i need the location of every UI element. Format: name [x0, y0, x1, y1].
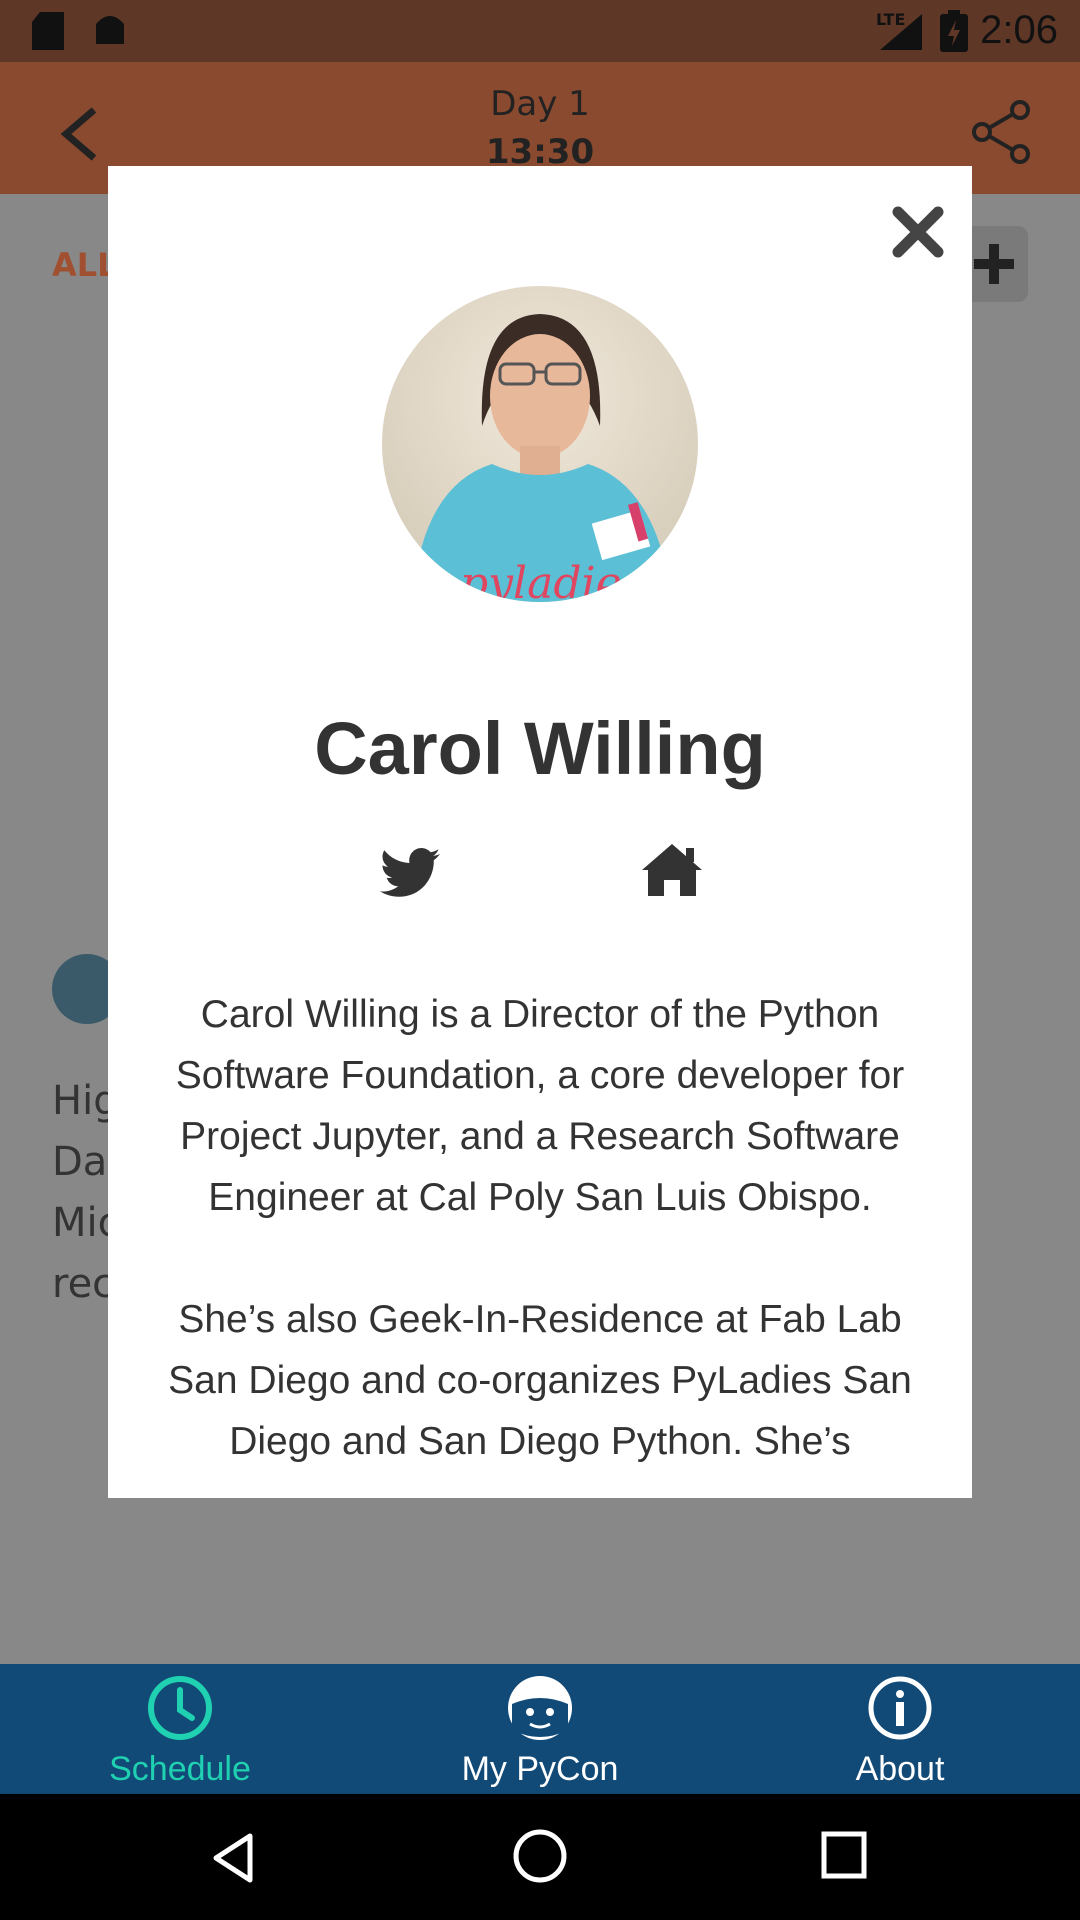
face-icon — [508, 1676, 572, 1740]
info-icon — [868, 1676, 932, 1740]
twitter-icon[interactable] — [380, 846, 440, 900]
nav-item-schedule[interactable]: Schedule — [0, 1664, 360, 1794]
nav-label-about: About — [855, 1750, 945, 1788]
home-nav-icon[interactable] — [512, 1828, 568, 1884]
svg-text:pyladies: pyladies — [460, 558, 644, 602]
signal-icon — [880, 14, 922, 50]
speaker-photo: pyladies — [412, 314, 672, 602]
recents-nav-icon[interactable] — [820, 1830, 868, 1880]
sd-card-icon — [32, 12, 64, 50]
nav-item-my-pycon[interactable]: My PyCon — [360, 1664, 720, 1794]
back-nav-icon[interactable] — [210, 1832, 256, 1884]
speaker-avatar: pyladies — [382, 286, 698, 602]
speaker-modal: pyladies Carol Willing Carol Willing is … — [108, 166, 972, 1498]
description-fragment: rec — [52, 1261, 115, 1307]
session-day: Day 1 — [490, 84, 590, 124]
nav-item-about[interactable]: About — [720, 1664, 1080, 1794]
android-icon — [96, 16, 124, 44]
system-navigation-bar — [0, 1794, 1080, 1920]
battery-icon — [940, 10, 968, 52]
clock-icon — [148, 1676, 212, 1740]
home-icon[interactable] — [640, 842, 704, 898]
share-icon[interactable] — [970, 100, 1034, 164]
bottom-navigation: Schedule My PyCon About — [0, 1664, 1080, 1794]
bio-paragraph: Carol Willing is a Director of the Pytho… — [175, 993, 905, 1219]
speaker-bio: Carol Willing is a Director of the Pytho… — [148, 984, 932, 1498]
nav-label-my-pycon: My PyCon — [461, 1750, 619, 1788]
close-icon[interactable] — [888, 202, 948, 262]
status-time: 2:06 — [980, 8, 1058, 52]
speaker-name: Carol Willing — [314, 707, 766, 790]
bio-paragraph: She’s also Geek-In-Residence at Fab Lab … — [168, 1298, 912, 1463]
nav-label-schedule: Schedule — [109, 1750, 251, 1788]
status-bar: LTE 2:06 — [0, 0, 1080, 62]
